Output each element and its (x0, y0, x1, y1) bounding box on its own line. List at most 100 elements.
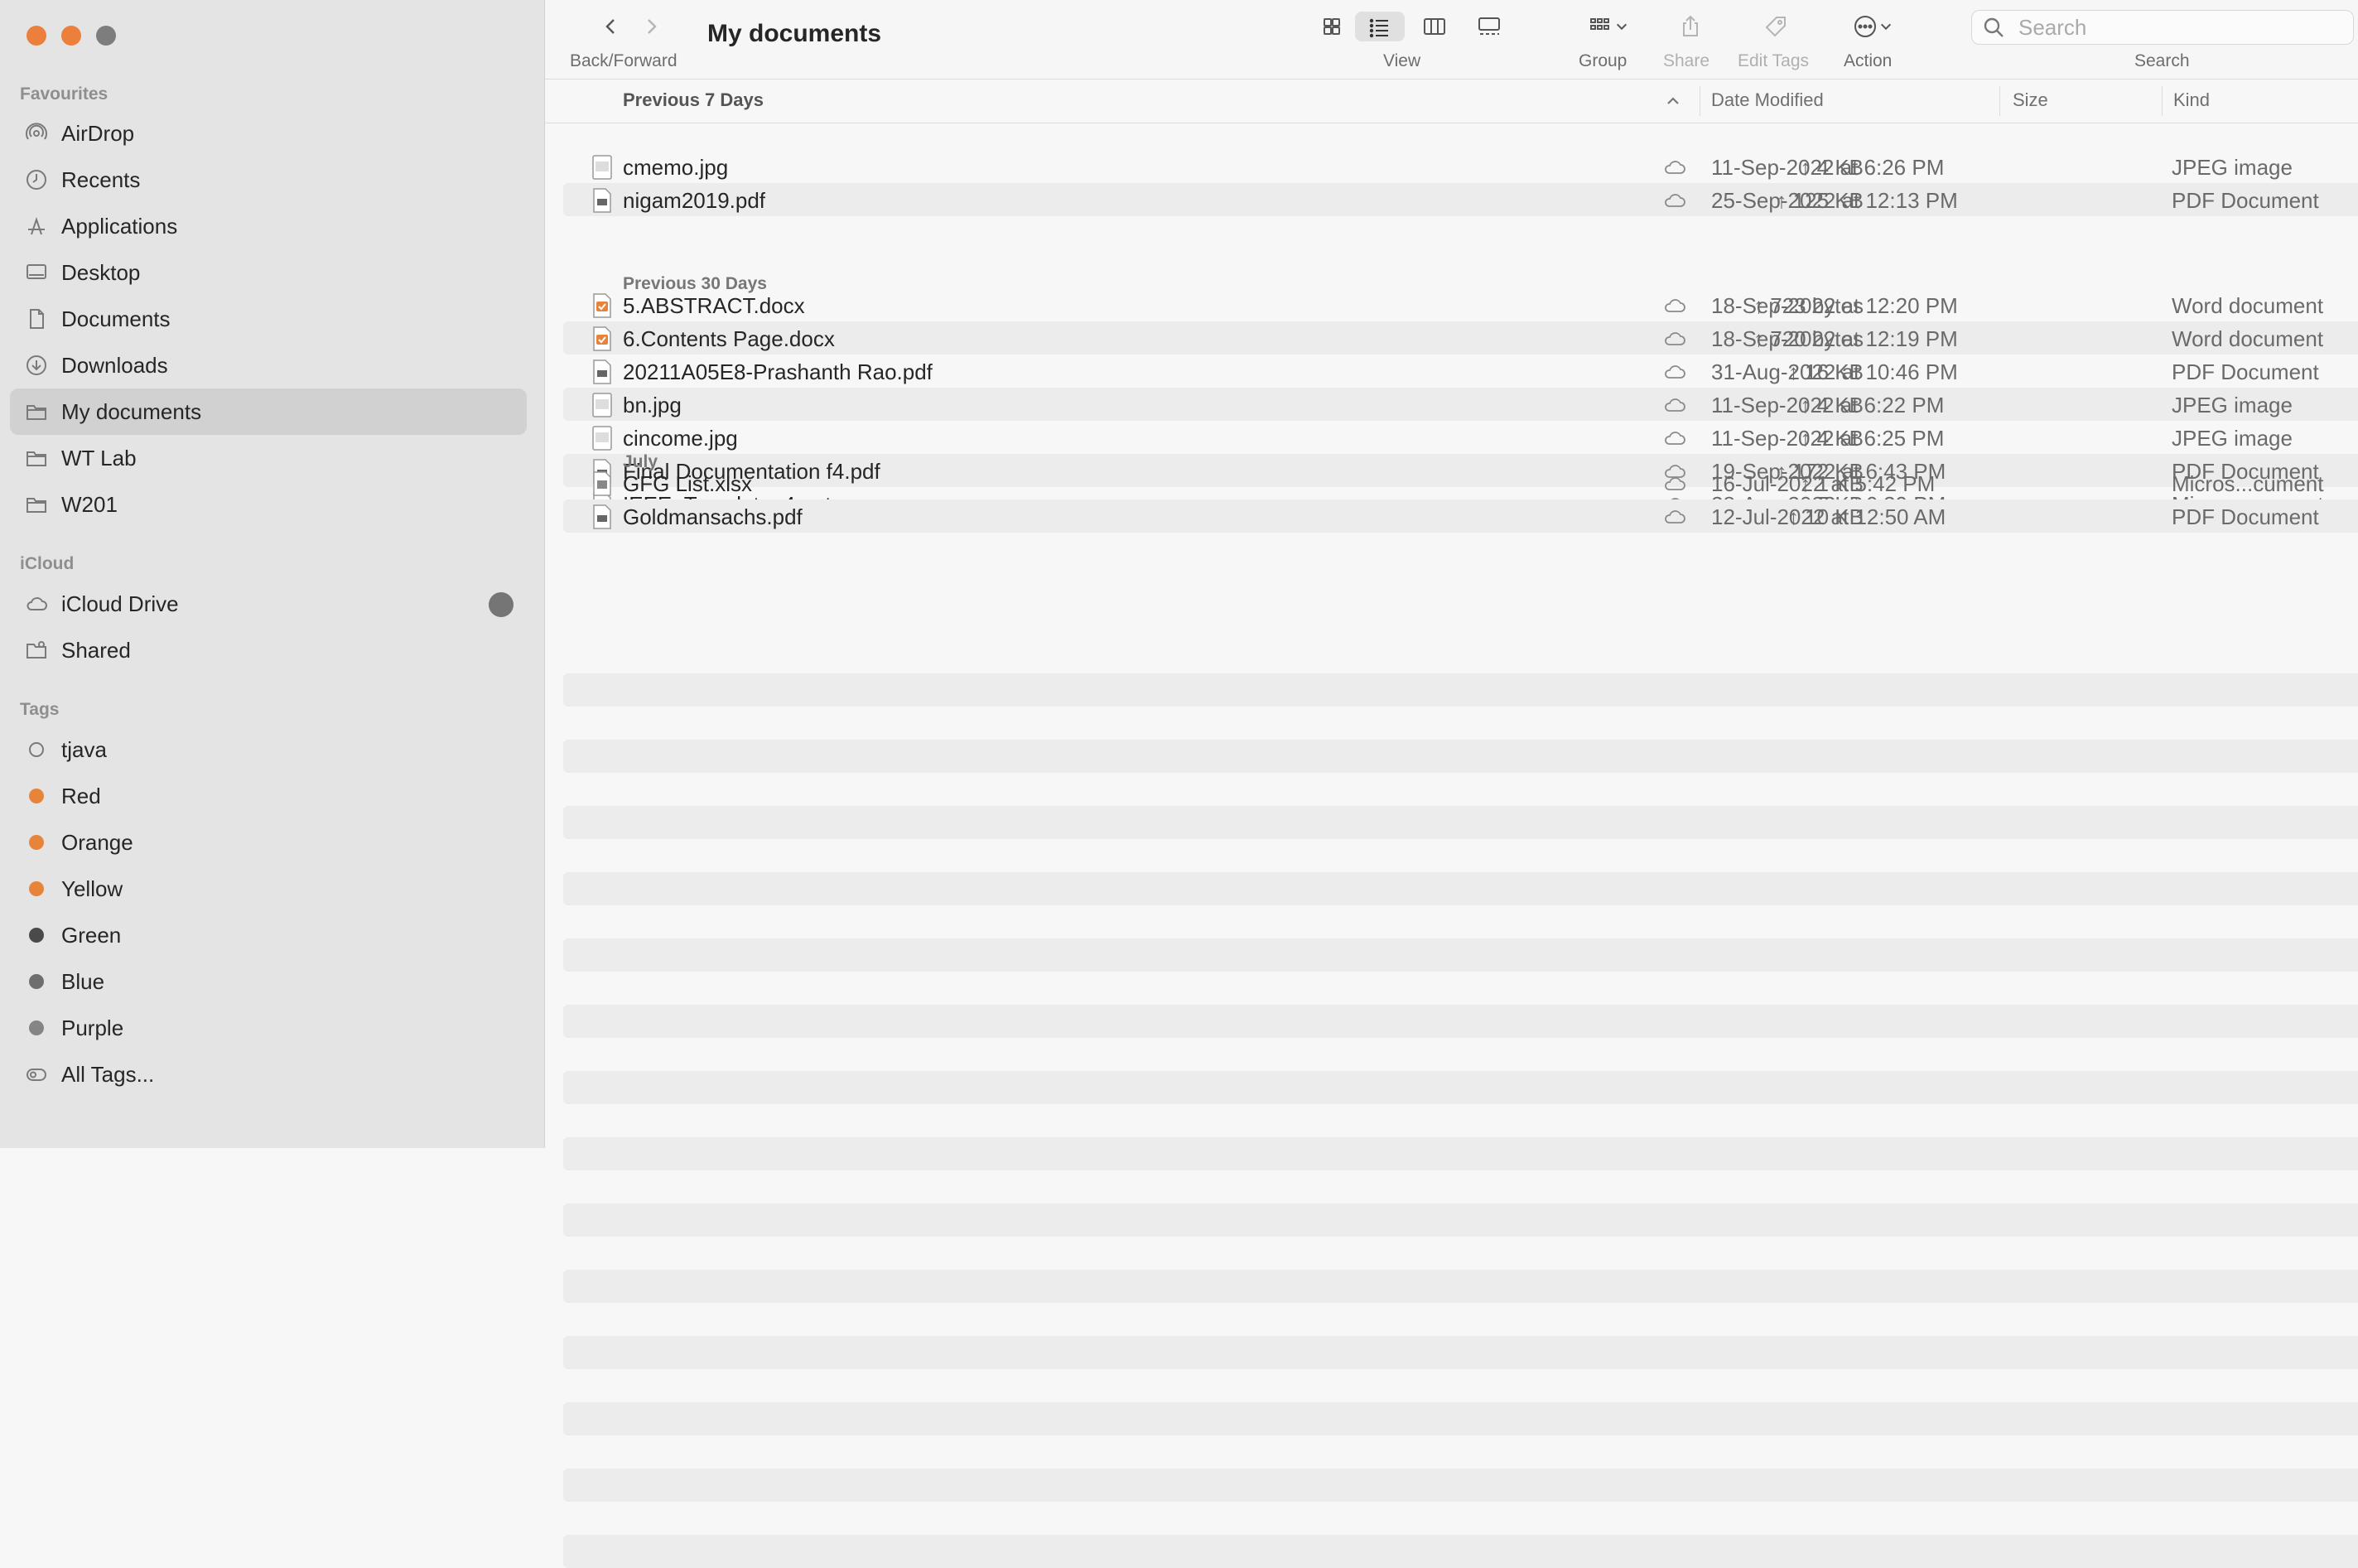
document-icon (25, 307, 48, 330)
tag-blue[interactable]: Blue (10, 958, 527, 1005)
sidebar-item-desktop[interactable]: Desktop (10, 249, 527, 296)
tag-label: Red (61, 783, 101, 808)
tag-label: tjava (61, 736, 107, 762)
gallery-view-button[interactable] (1464, 12, 1514, 41)
tag-green[interactable]: Green (10, 912, 527, 958)
icon-view-button[interactable] (1309, 12, 1355, 41)
icloud-status-icon (1661, 427, 1688, 447)
file-kind: JPEG image (2172, 155, 2293, 180)
icloud-status-icon (1661, 506, 1688, 526)
edit-tags-button[interactable] (1759, 12, 1792, 41)
sidebar-item-documents[interactable]: Documents (10, 296, 527, 342)
search-label: Search (2134, 51, 2190, 70)
share-button[interactable] (1674, 12, 1707, 41)
sidebar-item-label: WT Lab (61, 445, 137, 470)
file-name: 20211A05E8-Prashanth Rao.pdf (623, 359, 933, 384)
sidebar-item-label: Desktop (61, 259, 141, 285)
file-row[interactable]: cmemo.jpg 11-Sep-2022 at 6:26 PM ↑ 4 KB JPE… (563, 150, 2358, 183)
tag-label: Blue (61, 968, 105, 994)
icloud-status-icon (1661, 361, 1688, 381)
action-button[interactable] (1847, 12, 1900, 41)
column-view-button[interactable] (1411, 12, 1458, 41)
sidebar-item-wt-lab[interactable]: WT Lab (10, 435, 527, 481)
empty-row-stripe (563, 1336, 2358, 1369)
sidebar-item-icloud-drive[interactable]: iCloud Drive (10, 581, 527, 627)
back-button[interactable] (596, 12, 626, 41)
file-kind: PDF Document (2172, 188, 2319, 213)
back-forward-label: Back/Forward (570, 51, 678, 70)
icloud-status-icon (1661, 328, 1688, 348)
file-name: cincome.jpg (623, 426, 738, 451)
search-field[interactable] (1971, 10, 2354, 45)
file-row[interactable]: Goldmansachs.pdf 12-Jul-2022 at 12:50 AM ↑… (563, 499, 2358, 533)
tag-label: Yellow (61, 876, 123, 901)
file-kind: Word document (2172, 326, 2324, 351)
icloud-status-icon (1661, 394, 1688, 414)
sidebar-item-label: Downloads (61, 352, 168, 378)
file-row[interactable]: GFG List.xlsx 16-Jul-2022 at 5:42 PM ↑ 1 K… (563, 466, 2358, 499)
file-row[interactable]: nigam2019.pdf 25-Sep-2022 at 12:13 PM ↑ 12… (563, 183, 2358, 216)
sidebar-item-w201[interactable]: W201 (10, 481, 527, 528)
empty-row-stripe (563, 1535, 2358, 1568)
toolbar: Back/Forward My documents View Group Sha… (545, 0, 2358, 80)
file-name: 6.Contents Page.docx (623, 326, 835, 351)
sort-ascending-icon[interactable] (1665, 93, 1681, 109)
sidebar-item-applications[interactable]: Applications (10, 203, 527, 249)
column-divider (1999, 86, 2000, 116)
date-modified-column-header[interactable]: Date Modified (1711, 89, 1824, 111)
sidebar-item-airdrop[interactable]: AirDrop (10, 110, 527, 157)
file-kind: PDF Document (2172, 359, 2319, 384)
tag-purple[interactable]: Purple (10, 1005, 527, 1051)
file-row[interactable]: 20211A05E8-Prashanth Rao.pdf 31-Aug-2022 … (563, 355, 2358, 388)
empty-row-stripe (563, 1204, 2358, 1237)
close-window-button[interactable] (27, 26, 46, 46)
file-name: nigam2019.pdf (623, 188, 766, 213)
word-file-icon (591, 326, 613, 351)
tag-orange[interactable]: Orange (10, 819, 527, 866)
sidebar-item-downloads[interactable]: Downloads (10, 342, 527, 388)
tag-hollow-dot-icon (25, 738, 48, 761)
file-row[interactable]: cincome.jpg 11-Sep-2022 at 6:25 PM ↑ 4 KB J… (563, 421, 2358, 454)
sidebar-item-label: AirDrop (61, 120, 135, 146)
tag-all-tags[interactable]: All Tags... (10, 1051, 527, 1098)
sidebar-item-label: iCloud Drive (61, 591, 179, 616)
tag-red[interactable]: Red (10, 773, 527, 819)
tag-yellow[interactable]: Yellow (10, 866, 527, 912)
file-row[interactable]: 6.Contents Page.docx 18-Sep-2022 at 12:19… (563, 321, 2358, 355)
folder-icon (25, 400, 48, 423)
file-row[interactable]: 5.ABSTRACT.docx 18-Sep-2022 at 12:20 PM ↑ … (563, 288, 2358, 321)
name-column-header[interactable]: Previous 7 Days (623, 89, 764, 111)
sidebar-item-label: W201 (61, 491, 118, 517)
tag-label: All Tags... (61, 1061, 155, 1087)
sidebar-item-shared[interactable]: Shared (10, 627, 527, 673)
file-kind: Micros...cument (2172, 471, 2324, 496)
applications-icon (25, 215, 48, 238)
window-title: My documents (707, 20, 882, 47)
size-column-header[interactable]: Size (2013, 89, 2048, 111)
kind-column-header[interactable]: Kind (2173, 89, 2210, 111)
file-kind: JPEG image (2172, 393, 2293, 417)
tag-tjava[interactable]: tjava (10, 726, 527, 773)
file-size: ↑ 4 KB (1800, 155, 1864, 180)
empty-row-stripe (563, 1071, 2358, 1104)
file-size: ↑ 720 bytes (1753, 326, 1864, 351)
file-name: GFG List.xlsx (623, 471, 753, 496)
shared-folder-icon (25, 639, 48, 662)
minimize-window-button[interactable] (61, 26, 81, 46)
search-input[interactable] (2017, 13, 2335, 41)
empty-row-stripe (563, 1469, 2358, 1502)
share-label: Share (1663, 51, 1710, 70)
zoom-window-button[interactable] (96, 26, 116, 46)
group-label: Group (1579, 51, 1627, 70)
image-file-icon (591, 426, 613, 451)
sidebar-item-recents[interactable]: Recents (10, 157, 527, 203)
clock-icon (25, 168, 48, 191)
tags-list: tjava Red Orange Yellow Green Blue Purpl… (10, 726, 527, 1098)
forward-button[interactable] (636, 12, 666, 41)
empty-row-stripe (563, 1270, 2358, 1303)
sidebar-item-my-documents[interactable]: My documents (10, 388, 527, 435)
list-view-button[interactable] (1355, 12, 1405, 41)
file-row[interactable]: bn.jpg 11-Sep-2022 at 6:22 PM ↑ 4 KB JPEG i… (563, 388, 2358, 421)
pdf-file-icon (591, 188, 613, 213)
group-button[interactable] (1580, 12, 1638, 41)
